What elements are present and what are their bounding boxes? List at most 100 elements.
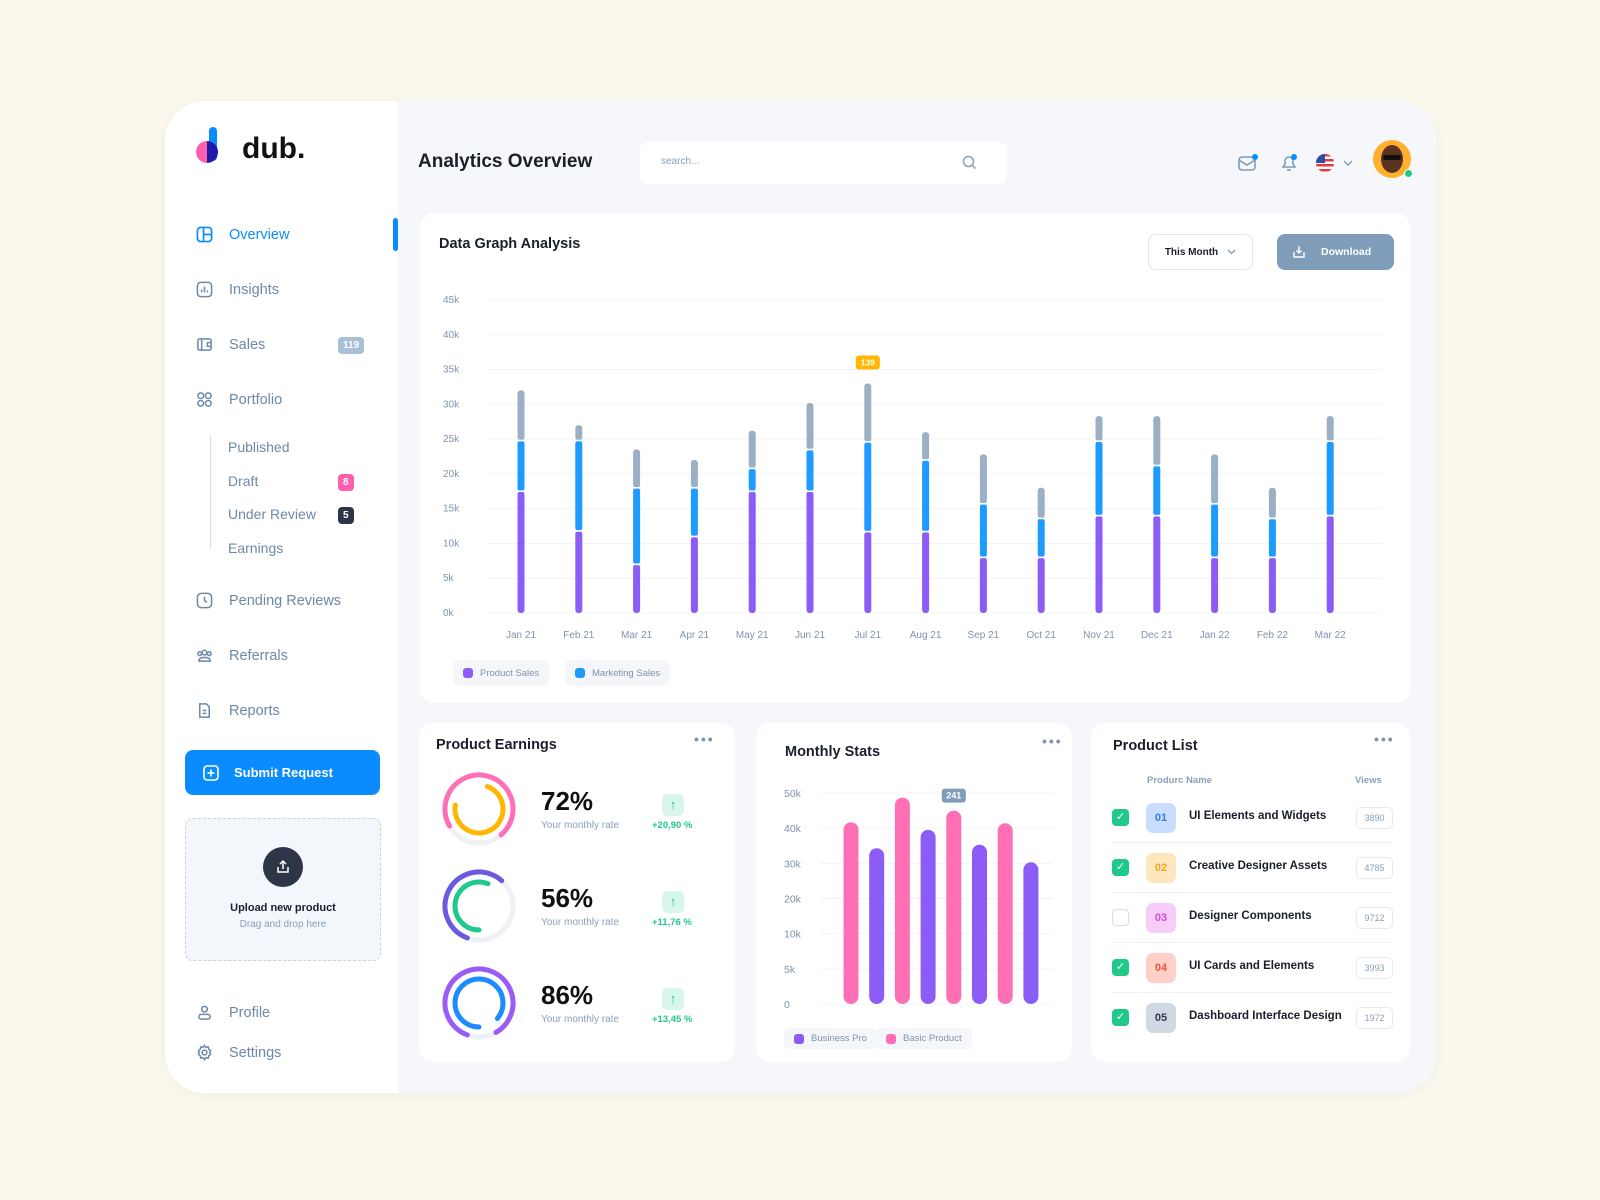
product-views: 9712 — [1356, 907, 1393, 929]
bar-segment[interactable] — [979, 557, 987, 613]
table-row[interactable]: ✓ 04 UI Cards and Elements 3993 — [1091, 943, 1410, 993]
row-checkbox[interactable]: ✓ — [1112, 859, 1129, 876]
bar-segment[interactable] — [517, 491, 525, 613]
sidebar-item-portfolio[interactable]: Portfolio — [196, 391, 282, 408]
upload-dropzone[interactable]: Upload new product Drag and drop here — [185, 818, 381, 961]
bar-segment[interactable] — [575, 440, 583, 531]
bar-segment[interactable] — [1153, 416, 1161, 466]
bar-segment[interactable] — [864, 531, 872, 613]
bar-segment[interactable] — [1268, 518, 1276, 558]
users-icon — [197, 649, 212, 662]
bar-segment[interactable] — [922, 432, 930, 460]
sidebar-item-sales[interactable]: Sales — [196, 336, 265, 353]
bar-segment[interactable] — [922, 531, 930, 613]
sidebar-sub-draft[interactable]: Draft — [228, 473, 258, 489]
bar-segment[interactable] — [806, 449, 814, 492]
search-input[interactable]: search... — [640, 142, 1007, 184]
table-row[interactable]: 03 Designer Components 9712 — [1091, 893, 1410, 943]
sidebar-item-overview[interactable]: Overview — [196, 226, 289, 243]
bar-segment[interactable] — [517, 440, 525, 492]
search-icon[interactable] — [962, 155, 977, 170]
bar-segment[interactable] — [1095, 416, 1103, 442]
bar-segment[interactable] — [922, 459, 930, 532]
bar-segment[interactable] — [748, 491, 756, 613]
segment-divider — [922, 459, 930, 461]
bar-segment[interactable] — [1211, 454, 1219, 504]
bar-segment[interactable] — [633, 449, 641, 488]
bar-segment[interactable] — [806, 491, 814, 613]
bar-segment[interactable] — [864, 383, 872, 442]
bar[interactable] — [997, 823, 1013, 1004]
bar-segment[interactable] — [1211, 503, 1219, 558]
bar-segment[interactable] — [1095, 441, 1103, 516]
product-name: Designer Components — [1189, 910, 1312, 922]
sidebar-item-reports[interactable]: Reports — [196, 702, 280, 719]
bar-segment[interactable] — [1037, 518, 1045, 558]
bar-segment[interactable] — [1095, 515, 1103, 613]
bar-segment[interactable] — [575, 530, 583, 613]
sidebar-sub-under-review[interactable]: Under Review — [228, 506, 316, 522]
bar-segment[interactable] — [748, 468, 756, 492]
bar-segment[interactable] — [633, 487, 641, 565]
bar-segment[interactable] — [1268, 487, 1276, 519]
bar[interactable] — [843, 822, 859, 1004]
mail-icon[interactable] — [1237, 153, 1259, 173]
bar-segment[interactable] — [1268, 557, 1276, 613]
row-checkbox[interactable] — [1112, 909, 1129, 926]
row-checkbox[interactable]: ✓ — [1112, 1009, 1129, 1026]
bar-segment[interactable] — [1153, 465, 1161, 516]
bar-segment[interactable] — [1037, 487, 1045, 519]
us-flag-icon[interactable] — [1316, 154, 1334, 172]
sidebar-item-settings[interactable]: Settings — [196, 1044, 281, 1061]
table-row[interactable]: ✓ 05 Dashboard Interface Design 1972 — [1091, 993, 1410, 1043]
bar[interactable] — [972, 844, 987, 1004]
segment-divider — [1211, 502, 1219, 505]
bar-segment[interactable] — [1211, 557, 1219, 613]
bar-segment[interactable] — [979, 503, 987, 558]
upload-subtitle: Drag and drop here — [239, 919, 327, 930]
table-row[interactable]: ✓ 01 UI Elements and Widgets 3890 — [1091, 793, 1410, 843]
product-earnings-card: Product Earnings ••• 72% Your monthly ra… — [419, 723, 735, 1062]
bar-segment[interactable] — [690, 459, 698, 488]
sidebar-item-referrals[interactable]: Referrals — [196, 647, 288, 664]
bar-segment[interactable] — [690, 487, 698, 537]
more-icon[interactable]: ••• — [694, 731, 715, 747]
bell-icon[interactable] — [1278, 152, 1300, 174]
bar-segment[interactable] — [806, 402, 814, 450]
sidebar-item-pending-reviews[interactable]: Pending Reviews — [196, 592, 341, 609]
bar-segment[interactable] — [1326, 515, 1334, 613]
bar-segment[interactable] — [690, 536, 698, 613]
bar[interactable] — [920, 829, 936, 1004]
bar-segment[interactable] — [633, 564, 641, 613]
sidebar-sub-published[interactable]: Published — [228, 439, 290, 455]
y-tick-label: 45k — [443, 295, 460, 306]
more-icon[interactable]: ••• — [1374, 731, 1395, 747]
bar[interactable] — [894, 797, 910, 1004]
sidebar-item-profile[interactable]: Profile — [196, 1004, 270, 1021]
plus-square-icon — [203, 764, 219, 781]
x-tick-label: May 21 — [736, 630, 769, 641]
bar[interactable] — [946, 810, 962, 1004]
bar-segment[interactable] — [1037, 557, 1045, 613]
sidebar-item-insights[interactable]: Insights — [196, 281, 279, 298]
bar-segment[interactable] — [979, 454, 987, 504]
bar-segment[interactable] — [1153, 515, 1161, 613]
bar-segment[interactable] — [1326, 441, 1334, 516]
row-checkbox[interactable]: ✓ — [1112, 809, 1129, 826]
bar[interactable] — [1023, 862, 1039, 1004]
bar-segment[interactable] — [1326, 416, 1334, 442]
submit-request-button[interactable]: Submit Request — [185, 750, 380, 795]
sidebar-sub-earnings[interactable]: Earnings — [228, 540, 283, 556]
online-status-dot — [1404, 169, 1413, 178]
segment-divider — [575, 439, 583, 442]
table-row[interactable]: ✓ 02 Creative Designer Assets 4785 — [1091, 843, 1410, 893]
chevron-down-icon[interactable] — [1343, 159, 1353, 167]
bar-segment[interactable] — [748, 430, 756, 469]
segment-divider — [1037, 556, 1045, 559]
bar[interactable] — [869, 848, 885, 1004]
row-checkbox[interactable]: ✓ — [1112, 959, 1129, 976]
segment-divider — [1211, 556, 1219, 559]
bar-segment[interactable] — [864, 441, 872, 532]
bar-segment[interactable] — [575, 425, 583, 441]
bar-segment[interactable] — [517, 390, 525, 441]
